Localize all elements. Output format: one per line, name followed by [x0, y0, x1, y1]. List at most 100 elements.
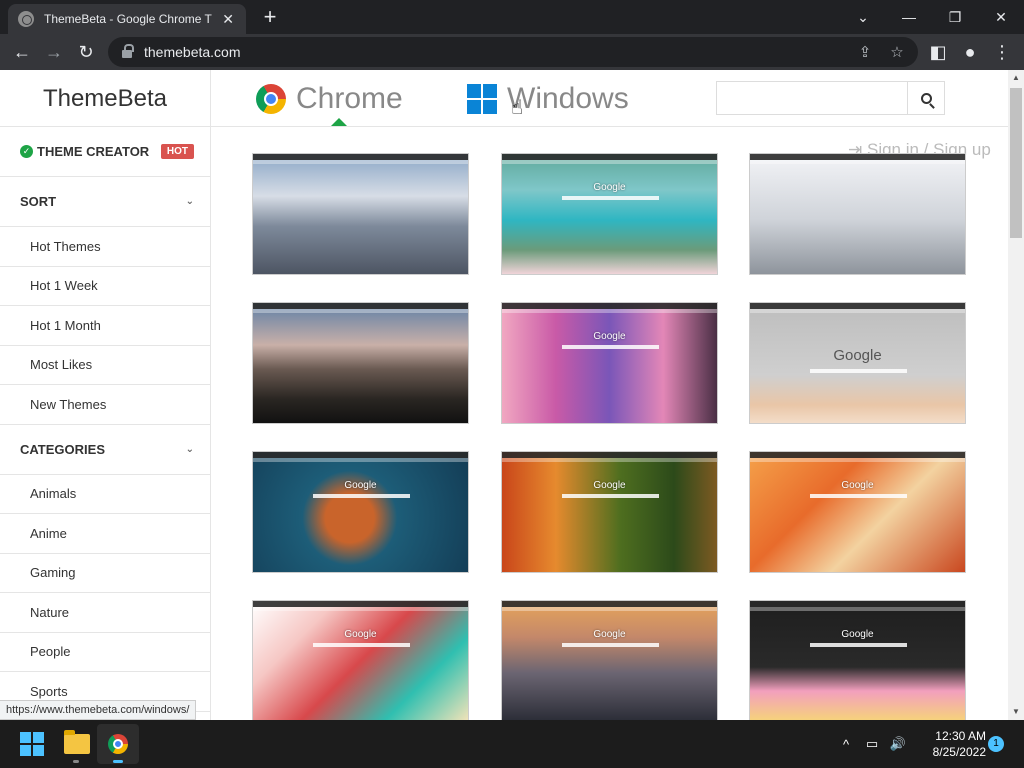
preview-toolbar	[502, 458, 717, 462]
site-header: ThemeBeta Chrome Windows ☝	[0, 70, 1008, 127]
check-badge-icon: ✓	[20, 145, 33, 158]
bookmark-star-icon[interactable]: ☆	[886, 41, 908, 63]
vertical-scrollbar[interactable]: ▲ ▼	[1008, 70, 1024, 720]
volume-icon[interactable]: 🔊	[888, 734, 908, 754]
tab-close-icon[interactable]: ✕	[220, 11, 236, 28]
browser-tab[interactable]: ThemeBeta - Google Chrome Themes ✕	[8, 4, 246, 34]
preview-toolbar	[502, 607, 717, 611]
address-bar[interactable]: themebeta.com ⇪ ☆	[108, 37, 918, 67]
preview-search-box	[313, 643, 410, 647]
nav-windows[interactable]: Windows	[467, 82, 629, 116]
sort-header[interactable]: SORT ⌄	[0, 177, 210, 227]
chrome-logo-icon	[256, 84, 286, 114]
preview-google-label: Google	[593, 331, 626, 342]
notification-badge[interactable]: 1	[988, 736, 1004, 752]
scroll-up-arrow-icon[interactable]: ▲	[1008, 70, 1024, 86]
theme-thumbnail[interactable]	[252, 153, 469, 275]
preview-toolbar	[253, 309, 468, 313]
theme-thumbnail[interactable]: Google	[252, 600, 469, 720]
theme-thumbnail[interactable]	[252, 302, 469, 424]
address-url[interactable]: themebeta.com	[144, 44, 241, 60]
hand-cursor-icon: ☝	[511, 97, 524, 119]
back-button[interactable]: ←	[8, 38, 36, 66]
scrollbar-thumb[interactable]	[1010, 88, 1022, 238]
preview-google-label: Google	[344, 629, 377, 640]
new-tab-button[interactable]: +	[258, 5, 282, 29]
sort-item-new-themes[interactable]: New Themes	[0, 385, 210, 425]
theme-thumbnail[interactable]: Google	[749, 600, 966, 720]
sort-item-hot-1-month[interactable]: Hot 1 Month	[0, 306, 210, 346]
preview-toolbar	[750, 309, 965, 313]
reload-button[interactable]: ↻	[72, 38, 100, 66]
preview-search-box	[562, 643, 659, 647]
taskbar-chrome-button[interactable]	[97, 724, 139, 764]
network-icon[interactable]: ▭	[862, 734, 882, 754]
categories-header-label: CATEGORIES	[20, 441, 105, 457]
categories-list: Animals Anime Gaming Nature People Sport…	[0, 475, 210, 712]
active-nav-indicator	[331, 118, 347, 126]
theme-thumbnail[interactable]: Google	[501, 451, 718, 573]
preview-search-box	[562, 345, 659, 349]
sort-item-hot-themes[interactable]: Hot Themes	[0, 227, 210, 267]
minimize-button[interactable]: —	[886, 0, 932, 34]
preview-toolbar	[253, 160, 468, 164]
category-anime[interactable]: Anime	[0, 514, 210, 554]
nav-chrome[interactable]: Chrome	[256, 82, 403, 116]
theme-thumbnail[interactable]: Google	[749, 451, 966, 573]
restore-button[interactable]: ❐	[932, 0, 978, 34]
preview-toolbar	[750, 458, 965, 462]
theme-thumbnail[interactable]: Google	[501, 302, 718, 424]
preview-search-box	[313, 494, 410, 498]
search-input[interactable]	[717, 82, 907, 114]
globe-icon	[18, 11, 34, 27]
theme-thumbnail[interactable]	[749, 153, 966, 275]
category-people[interactable]: People	[0, 633, 210, 672]
preview-toolbar	[253, 607, 468, 611]
side-panel-icon[interactable]: ◧	[924, 38, 952, 66]
category-gaming[interactable]: Gaming	[0, 554, 210, 593]
theme-thumbnail[interactable]: Google	[749, 302, 966, 424]
sidebar: ✓ THEME CREATOR HOT SORT ⌄ Hot Themes Ho…	[0, 127, 211, 720]
file-explorer-icon[interactable]	[64, 730, 90, 754]
start-button[interactable]	[20, 732, 44, 756]
nav-chrome-label[interactable]: Chrome	[296, 82, 403, 116]
preview-search-box	[810, 494, 907, 498]
browser-toolbar: ← → ↻ themebeta.com ⇪ ☆ ◧ ● ⋮	[0, 34, 1024, 70]
sort-item-hot-1-week[interactable]: Hot 1 Week	[0, 267, 210, 306]
share-icon[interactable]: ⇪	[854, 41, 876, 63]
forward-button[interactable]: →	[40, 38, 68, 66]
preview-search-box	[562, 196, 659, 200]
theme-creator-label[interactable]: THEME CREATOR	[37, 144, 149, 159]
search-button[interactable]	[907, 82, 944, 114]
preview-search-box	[810, 369, 907, 373]
category-animals[interactable]: Animals	[0, 475, 210, 514]
theme-thumbnail[interactable]: Google	[501, 600, 718, 720]
logo-box[interactable]: ThemeBeta	[0, 70, 211, 127]
tab-search-icon[interactable]: ⌄	[840, 0, 886, 34]
menu-kebab-icon[interactable]: ⋮	[988, 38, 1016, 66]
close-window-button[interactable]: ✕	[978, 0, 1024, 34]
preview-google-label: Google	[344, 480, 377, 491]
site-logo[interactable]: ThemeBeta	[43, 85, 167, 113]
windows-taskbar: ^ ▭ 🔊 12:30 AM 8/25/2022 1	[0, 720, 1024, 768]
preview-toolbar	[502, 160, 717, 164]
profile-icon[interactable]: ●	[956, 38, 984, 66]
preview-search-box	[562, 494, 659, 498]
tray-overflow-icon[interactable]: ^	[836, 734, 856, 754]
nav-windows-label[interactable]: Windows	[507, 82, 629, 116]
clock-date: 8/25/2022	[932, 745, 986, 759]
hot-badge: HOT	[160, 144, 194, 159]
preview-google-label: Google	[833, 347, 882, 364]
theme-thumbnail[interactable]: Google	[501, 153, 718, 275]
preview-google-label: Google	[593, 629, 626, 640]
clock[interactable]: 12:30 AM 8/25/2022	[916, 728, 986, 760]
chevron-down-icon: ⌄	[185, 443, 194, 455]
preview-google-label: Google	[841, 629, 874, 640]
category-nature[interactable]: Nature	[0, 593, 210, 633]
theme-creator-link[interactable]: ✓ THEME CREATOR HOT	[0, 127, 210, 177]
sort-item-most-likes[interactable]: Most Likes	[0, 346, 210, 385]
categories-header[interactable]: CATEGORIES ⌄	[0, 425, 210, 475]
theme-thumbnail[interactable]: Google	[252, 451, 469, 573]
site-search	[716, 81, 945, 115]
scroll-down-arrow-icon[interactable]: ▼	[1008, 704, 1024, 720]
